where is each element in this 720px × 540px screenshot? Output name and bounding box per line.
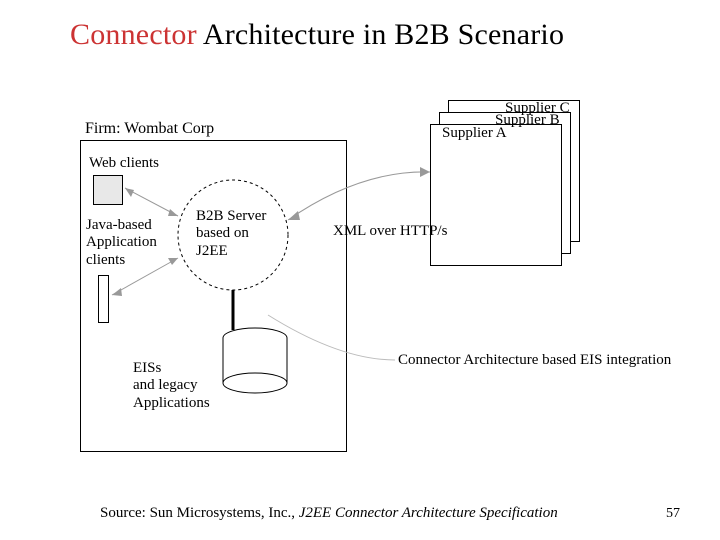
diagram-container: Firm: Wombat Corp Web clients Java-based… (0, 60, 720, 480)
source-title: J2EE Connector Architecture Specificatio… (299, 505, 558, 521)
slide-source: Source: Sun Microsystems, Inc., J2EE Con… (100, 505, 558, 522)
title-part1: Connector (70, 18, 197, 51)
page-number: 57 (666, 506, 680, 522)
title-part2: Architecture in B2B Scenario (197, 18, 564, 51)
eis-legacy-label: EISs and legacy Applications (133, 360, 210, 412)
source-prefix: Source: Sun Microsystems, Inc., (100, 505, 299, 521)
slide-title: Connector Architecture in B2B Scenario (70, 18, 680, 52)
xml-http-label: XML over HTTP/s (333, 223, 447, 240)
b2b-circle-svg (0, 60, 720, 480)
connector-note-label: Connector Architecture based EIS integra… (398, 352, 671, 369)
b2b-server-label: B2B Server based on J2EE (196, 208, 266, 260)
supplier-a-label: Supplier A (442, 125, 507, 142)
supplier-a-box (430, 124, 562, 266)
